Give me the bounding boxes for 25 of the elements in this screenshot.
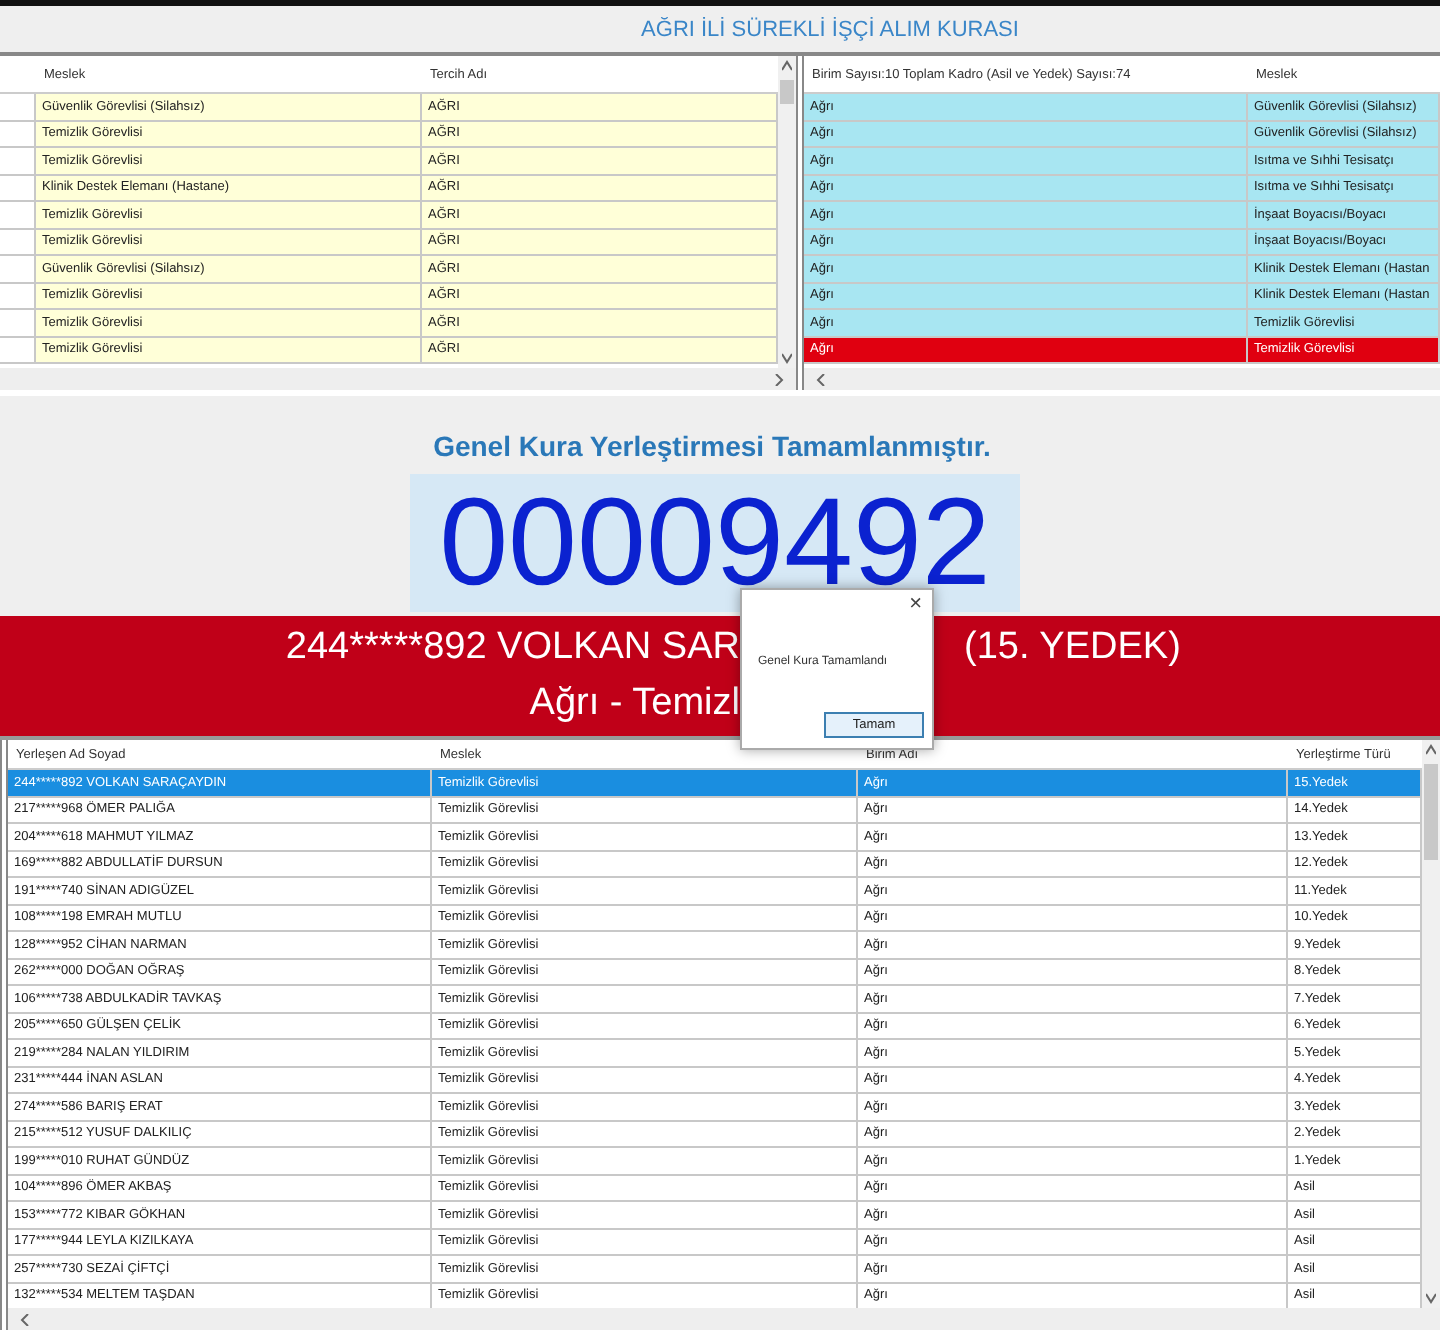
row-header-cell[interactable] (0, 310, 36, 337)
row-header-cell[interactable] (0, 283, 36, 310)
row-header-cell[interactable] (0, 337, 36, 364)
scroll-down-icon[interactable] (782, 352, 792, 364)
scroll-left-icon[interactable] (816, 373, 826, 385)
winner-name: 244*****892 VOLKAN SAR (285, 626, 740, 671)
scroll-up-icon[interactable] (782, 60, 792, 72)
window-title: AĞRI İLİ SÜREKLİ İŞÇİ ALIM KURASI (641, 17, 1019, 41)
row-header-cell[interactable] (0, 229, 36, 256)
row-header-cell[interactable] (0, 148, 36, 175)
scroll-down-icon[interactable] (1426, 1292, 1436, 1304)
close-button[interactable]: × (905, 592, 926, 616)
row-header-cell[interactable] (0, 256, 36, 283)
row-header-cell[interactable] (0, 175, 36, 202)
row-header-cell[interactable] (0, 202, 36, 229)
row-header-cell[interactable] (0, 94, 36, 121)
winner-unit: Ağrı - Temizl (529, 682, 740, 727)
row-header-cell[interactable] (0, 121, 36, 148)
scroll-right-icon[interactable] (774, 373, 784, 385)
winner-rank: (15. YEDEK) (962, 626, 1181, 671)
scroll-up-icon[interactable] (1426, 744, 1436, 756)
scrollbar-thumb[interactable] (780, 80, 794, 104)
scrollbar-thumb[interactable] (1424, 764, 1438, 860)
status-heading: Genel Kura Yerleştirmesi Tamamlanmıştır. (433, 430, 991, 462)
scroll-left-icon[interactable] (20, 1313, 30, 1325)
